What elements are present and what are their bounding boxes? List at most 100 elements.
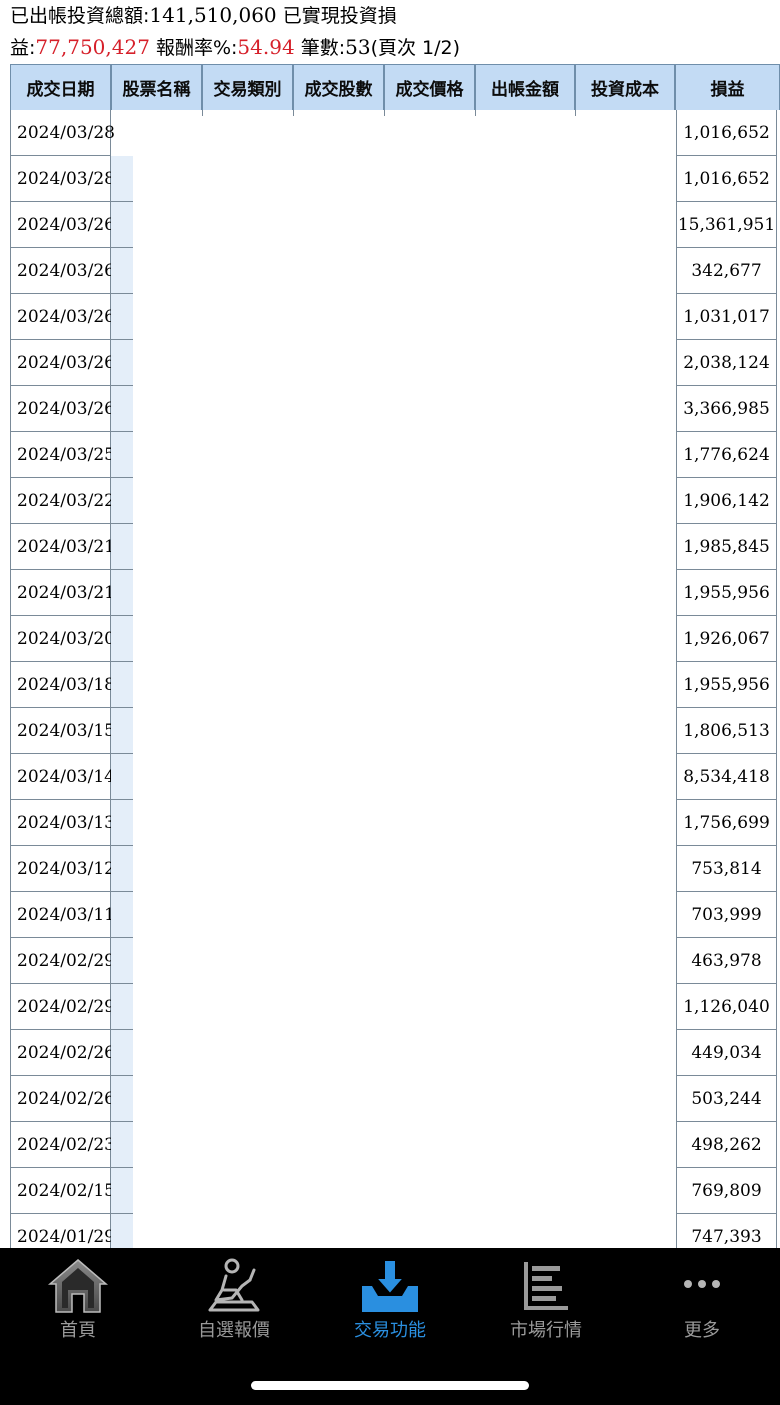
table-row[interactable]: 2024/03/26 3,366,985 — [10, 386, 780, 432]
table-row[interactable]: 2024/03/26 1,031,017 — [10, 294, 780, 340]
record-count-label: 筆數: — [294, 37, 346, 59]
more-dots-icon — [684, 1280, 720, 1288]
tab-home[interactable]: 首頁 — [0, 1248, 156, 1348]
table-row[interactable]: 2024/03/18 1,955,956 — [10, 662, 780, 708]
cell-trade-date: 2024/03/13 — [10, 800, 115, 846]
table-row[interactable]: 2024/03/20 1,926,067 — [10, 616, 780, 662]
record-count-value: 53 — [345, 35, 371, 59]
cell-profit: 1,955,956 — [676, 662, 777, 708]
table-row[interactable]: 2024/03/22 1,906,142 — [10, 478, 780, 524]
cell-profit: 1,776,624 — [676, 432, 777, 478]
cell-trade-date: 2024/03/21 — [10, 570, 115, 616]
table-row[interactable]: 2024/02/29 1,126,040 — [10, 984, 780, 1030]
table-row[interactable]: 2024/01/29 747,393 — [10, 1214, 780, 1248]
column-header-price[interactable]: 成交價格 — [385, 64, 476, 110]
table-row[interactable]: 2024/03/26 342,677 — [10, 248, 780, 294]
table-row[interactable]: 2024/03/26 15,361,951 — [10, 202, 780, 248]
cell-trade-date: 2024/02/29 — [10, 938, 115, 984]
row-stripe — [111, 1076, 133, 1122]
row-stripe — [111, 478, 133, 524]
realized-pnl-label-part2: 益: — [10, 37, 36, 59]
cell-profit: 769,809 — [676, 1168, 777, 1214]
tab-more-label: 更多 — [684, 1320, 720, 1341]
table-row[interactable]: 2024/03/14 8,534,418 — [10, 754, 780, 800]
cell-trade-date: 2024/03/28 — [10, 156, 115, 202]
cell-profit: 342,677 — [676, 248, 777, 294]
cell-trade-date: 2024/03/26 — [10, 248, 115, 294]
table-row[interactable]: 2024/03/28 1,016,652 — [10, 156, 780, 202]
table-row[interactable]: 2024/02/29 463,978 — [10, 938, 780, 984]
tab-more[interactable]: 更多 — [624, 1248, 780, 1348]
cell-trade-date: 2024/03/26 — [10, 386, 115, 432]
cell-trade-date: 2024/02/23 — [10, 1122, 115, 1168]
cell-profit: 1,985,845 — [676, 524, 777, 570]
tab-trade[interactable]: 交易功能 — [312, 1248, 468, 1348]
row-stripe — [111, 1122, 133, 1168]
summary-line-2: 益:77,750,427 報酬率%:54.94 筆數:53(頁次 1/2) — [10, 32, 460, 63]
cell-trade-date: 2024/03/28 — [10, 110, 115, 156]
return-rate-value: 54.94 — [237, 35, 295, 59]
table-row[interactable]: 2024/03/13 1,756,699 — [10, 800, 780, 846]
person-chart-icon — [208, 1258, 260, 1312]
column-header-stock-name[interactable]: 股票名稱 — [112, 64, 203, 110]
column-header-trade-type[interactable]: 交易類別 — [203, 64, 294, 110]
summary-line-1: 已出帳投資總額:141,510,060 已實現投資損 — [10, 0, 397, 31]
tab-home-label: 首頁 — [60, 1320, 96, 1341]
column-header-shares[interactable]: 成交股數 — [294, 64, 385, 110]
cell-profit: 1,756,699 — [676, 800, 777, 846]
cell-profit: 1,926,067 — [676, 616, 777, 662]
table-row[interactable]: 2024/03/28 1,016,652 — [10, 110, 780, 156]
cell-profit: 1,016,652 — [676, 156, 777, 202]
row-stripe — [111, 662, 133, 708]
column-header-profit[interactable]: 損益 — [676, 64, 780, 110]
cell-trade-date: 2024/02/15 — [10, 1168, 115, 1214]
row-stripe — [111, 202, 133, 248]
table-row[interactable]: 2024/03/21 1,985,845 — [10, 524, 780, 570]
home-icon — [47, 1259, 109, 1313]
cell-trade-date: 2024/03/21 — [10, 524, 115, 570]
cell-trade-date: 2024/03/26 — [10, 340, 115, 386]
tab-trade-label: 交易功能 — [354, 1320, 426, 1341]
row-stripe — [111, 938, 133, 984]
cell-trade-date: 2024/03/15 — [10, 708, 115, 754]
total-invested-value: 141,510,060 — [149, 3, 277, 27]
table-row[interactable]: 2024/03/12 753,814 — [10, 846, 780, 892]
row-stripe — [111, 1214, 133, 1248]
table-row[interactable]: 2024/03/26 2,038,124 — [10, 340, 780, 386]
table-row[interactable]: 2024/03/11 703,999 — [10, 892, 780, 938]
cell-profit: 1,955,956 — [676, 570, 777, 616]
return-rate-label: 報酬率%: — [149, 37, 238, 59]
cell-profit: 498,262 — [676, 1122, 777, 1168]
table-row[interactable]: 2024/02/26 503,244 — [10, 1076, 780, 1122]
page-indicator: (頁次 1/2) — [370, 37, 461, 59]
tab-market[interactable]: 市場行情 — [468, 1248, 624, 1348]
cell-profit: 15,361,951 — [676, 202, 777, 248]
table-row[interactable]: 2024/03/25 1,776,624 — [10, 432, 780, 478]
row-stripe — [111, 1030, 133, 1076]
table-row[interactable]: 2024/02/15 769,809 — [10, 1168, 780, 1214]
cell-trade-date: 2024/02/26 — [10, 1076, 115, 1122]
cell-trade-date: 2024/03/20 — [10, 616, 115, 662]
table-row[interactable]: 2024/02/23 498,262 — [10, 1122, 780, 1168]
table-row[interactable]: 2024/03/21 1,955,956 — [10, 570, 780, 616]
column-header-amount[interactable]: 出帳金額 — [476, 64, 576, 110]
column-header-cost[interactable]: 投資成本 — [576, 64, 676, 110]
row-stripe — [111, 754, 133, 800]
tab-market-label: 市場行情 — [510, 1320, 582, 1341]
row-stripe — [111, 432, 133, 478]
tab-watchlist[interactable]: 自選報價 — [156, 1248, 312, 1348]
table-row[interactable]: 2024/02/26 449,034 — [10, 1030, 780, 1076]
table-row[interactable]: 2024/03/15 1,806,513 — [10, 708, 780, 754]
row-stripe — [111, 570, 133, 616]
cell-trade-date: 2024/03/12 — [10, 846, 115, 892]
row-stripe — [111, 616, 133, 662]
cell-profit: 1,031,017 — [676, 294, 777, 340]
cell-trade-date: 2024/01/29 — [10, 1214, 115, 1248]
row-stripe — [111, 800, 133, 846]
column-header-date[interactable]: 成交日期 — [10, 64, 112, 110]
transactions-table: 成交日期 股票名稱 交易類別 成交股數 成交價格 出帳金額 投資成本 損益 20… — [10, 64, 780, 1248]
row-stripe — [111, 156, 133, 202]
cell-profit: 503,244 — [676, 1076, 777, 1122]
home-indicator — [251, 1381, 529, 1390]
row-stripe — [111, 294, 133, 340]
